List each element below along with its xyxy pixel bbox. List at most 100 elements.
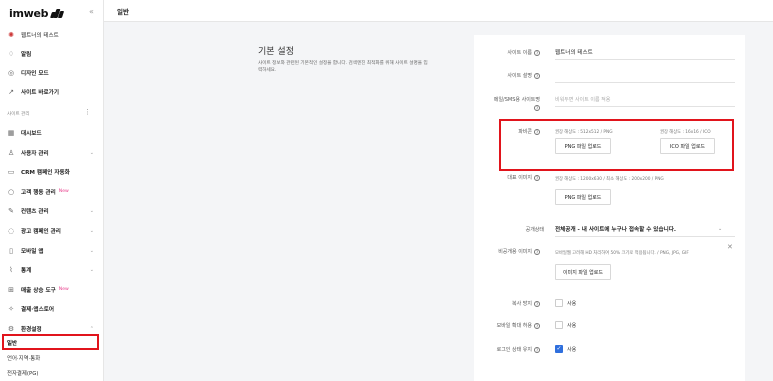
new-badge: New — [58, 189, 69, 195]
help-icon[interactable]: ? — [534, 322, 540, 329]
brand-logo[interactable]: imweb — [9, 6, 65, 20]
close-icon[interactable]: ✕ — [727, 243, 733, 251]
mobile-icon: ▯ — [9, 246, 13, 255]
og-image-hint: 권장 해상도 : 1200x630 / 최소 해상도 : 200x200 / P… — [555, 177, 664, 182]
top-bar: 일반 — [104, 0, 773, 22]
sidebar-sub-pg[interactable]: 전자결제(PG) — [7, 369, 38, 377]
sidebar-item-bell[interactable]: ♢ 알림 — [0, 47, 104, 61]
sidebar-item-payment[interactable]: ✧ 결제·앱스토어 — [0, 302, 104, 316]
help-icon[interactable]: ? — [534, 72, 540, 79]
keep-login-label: 로그인 상태 유지? — [496, 346, 540, 353]
sidebar-item-label: 결제·앱스토어 — [21, 307, 55, 314]
sidebar-item-target[interactable]: ○ 고객 행동 관리 New — [0, 185, 104, 199]
private-image-label: 비공개용 이미지? — [498, 248, 540, 255]
sidebar-sub-general[interactable]: 일반 — [7, 339, 17, 347]
sidebar-item-label: CRM 캠페인 자동화 — [21, 170, 70, 177]
sidebar-item-label: 모바일 앱 — [21, 248, 44, 255]
sidebar-item-mobile[interactable]: ▯ 모바일 앱 ⌄ — [0, 244, 104, 258]
sidebar-item-external-link[interactable]: ↗ 사이트 바로가기 — [0, 85, 104, 99]
more-icon[interactable]: ⋮ — [84, 108, 91, 116]
sidebar-item-label: 사이트 바로가기 — [21, 90, 59, 96]
chevron-down-icon[interactable]: ⌄ — [90, 228, 94, 234]
help-icon[interactable]: ? — [534, 248, 540, 255]
sidebar-item-label: 디자인 모드 — [21, 71, 49, 77]
sidebar-item-label: 컨텐츠 관리 — [21, 209, 49, 216]
chevron-down-icon[interactable]: ⌄ — [90, 267, 94, 273]
public-status-label: 공개상태 — [525, 227, 544, 233]
chevron-down-icon[interactable]: ⌄ — [90, 208, 94, 214]
sidebar-item-label: 환경설정 — [21, 327, 42, 333]
section-description: 사이트 정보와 관련된 기본적인 설정을 합니다. 검색엔진 최적화를 위해 사… — [258, 61, 428, 73]
sidebar-item-users[interactable]: ♙ 사용자 관리 ⌄ — [0, 146, 104, 160]
section-title: 기본 설정 — [258, 47, 294, 57]
edit-icon: ✎ — [8, 207, 14, 216]
og-image-label: 대표 이미지? — [507, 174, 540, 181]
target-icon: ○ — [7, 187, 15, 196]
sidebar-item-dashboard[interactable]: ▦ 대시보드 — [0, 126, 104, 140]
logo-mark-icon — [50, 8, 65, 18]
favicon-ico-hint: 권장 해상도 : 16x16 / ICO — [660, 130, 711, 135]
public-status-select[interactable]: 전체공개 - 내 사이트에 누구나 접속할 수 있습니다. — [555, 225, 676, 233]
sidebar-item-crm[interactable]: ▭ CRM 캠페인 자동화 — [0, 165, 104, 179]
external-link-icon: ↗ — [8, 88, 14, 96]
help-icon[interactable]: ? — [534, 49, 540, 56]
sidebar-item-megaphone[interactable]: ◌ 광고 캠페인 관리 ⌄ — [0, 224, 104, 238]
sidebar-item-label: 사용자 관리 — [21, 150, 49, 157]
chart-icon: ⌇ — [9, 266, 13, 275]
sidebar-item-label: 매출 상승 도구 — [21, 287, 56, 294]
copy-protection-checkbox[interactable] — [555, 299, 563, 307]
og-image-upload-button[interactable]: PNG 파일 업로드 — [555, 189, 611, 205]
keep-login-option-label: 사용 — [567, 347, 577, 353]
chevron-down-icon[interactable]: ⌃ — [90, 326, 94, 332]
site-name-underline — [555, 59, 735, 60]
sidebar-item-tools[interactable]: ⊞ 매출 상승 도구 New — [0, 283, 104, 297]
help-icon[interactable]: ? — [534, 174, 540, 181]
section-label-site-management: 사이트 관리 — [7, 112, 30, 117]
tools-icon: ⊞ — [8, 285, 14, 294]
sidebar-item-label: 대시보드 — [21, 131, 42, 137]
chevron-down-icon[interactable]: ⌄ — [90, 150, 94, 156]
site-description-input[interactable] — [555, 82, 735, 83]
sidebar-item-label: 알림 — [21, 52, 32, 58]
keep-login-checkbox[interactable]: ✓ — [555, 345, 563, 353]
help-icon[interactable]: ? — [534, 300, 540, 307]
sidebar-item-label: 통계 — [21, 268, 32, 275]
settings-card — [474, 35, 745, 381]
site-name-label: 사이트 이름? — [507, 49, 540, 56]
site-name: 웹트너의 테스트 — [21, 33, 59, 39]
site-flag-icon: ✺ — [8, 31, 14, 39]
bell-icon: ♢ — [7, 50, 15, 58]
sidebar: imweb « ✺ 웹트너의 테스트 ♢ 알림 ◎ 디자인 모드 ↗ 사이트 바로가기 사… — [0, 0, 104, 381]
email-sms-name-input[interactable]: 비워두면 사이트 이름 적용 — [555, 96, 610, 103]
sidebar-item-chart[interactable]: ⌇ 통계 ⌄ — [0, 263, 104, 277]
help-icon[interactable]: ? — [534, 346, 540, 353]
chevron-down-icon[interactable]: ⌄ — [90, 248, 94, 254]
private-image-hint: 모바일웹 고려해 HD 처리하여 50% 크기로 적용됩니다. / PNG, J… — [555, 251, 689, 256]
sidebar-item-label: 광고 캠페인 관리 — [21, 229, 61, 235]
email-sms-name-label: 메일/SMS용 사이트명? — [493, 97, 540, 111]
payment-icon: ✧ — [8, 305, 14, 314]
favicon-png-hint: 권장 해상도 : 512x512 / PNG — [555, 130, 613, 135]
new-badge: New — [58, 287, 69, 293]
mobile-zoom-label: 모바일 확대 허용? — [496, 322, 540, 329]
chevron-down-icon[interactable]: ⌄ — [718, 226, 722, 232]
sidebar-item-edit[interactable]: ✎ 컨텐츠 관리 ⌄ — [0, 204, 104, 218]
sidebar-sub-language[interactable]: 언어·지역·통화 — [7, 354, 40, 362]
mobile-zoom-checkbox[interactable] — [555, 321, 563, 329]
favicon-label: 파비콘? — [518, 128, 540, 135]
copy-protection-option-label: 사용 — [567, 301, 577, 307]
help-icon[interactable]: ? — [534, 128, 540, 135]
image-upload-button[interactable]: 이미지 파일 업로드 — [555, 264, 611, 280]
help-icon[interactable]: ? — [534, 104, 540, 111]
megaphone-icon: ◌ — [7, 227, 15, 235]
brand-name: imweb — [9, 6, 49, 20]
favicon-ico-upload-button[interactable]: ICO 파일 업로드 — [660, 138, 715, 154]
dashboard-icon: ▦ — [7, 129, 15, 137]
sidebar-item-palette[interactable]: ◎ 디자인 모드 — [0, 66, 104, 80]
favicon-png-upload-button[interactable]: PNG 파일 업로드 — [555, 138, 611, 154]
email-sms-name-underline — [555, 106, 735, 107]
palette-icon: ◎ — [7, 69, 15, 77]
site-name-input[interactable]: 웹트너의 테스트 — [555, 48, 593, 56]
site-switcher[interactable]: ✺ 웹트너의 테스트 — [0, 28, 104, 42]
collapse-sidebar-icon[interactable]: « — [89, 7, 94, 16]
